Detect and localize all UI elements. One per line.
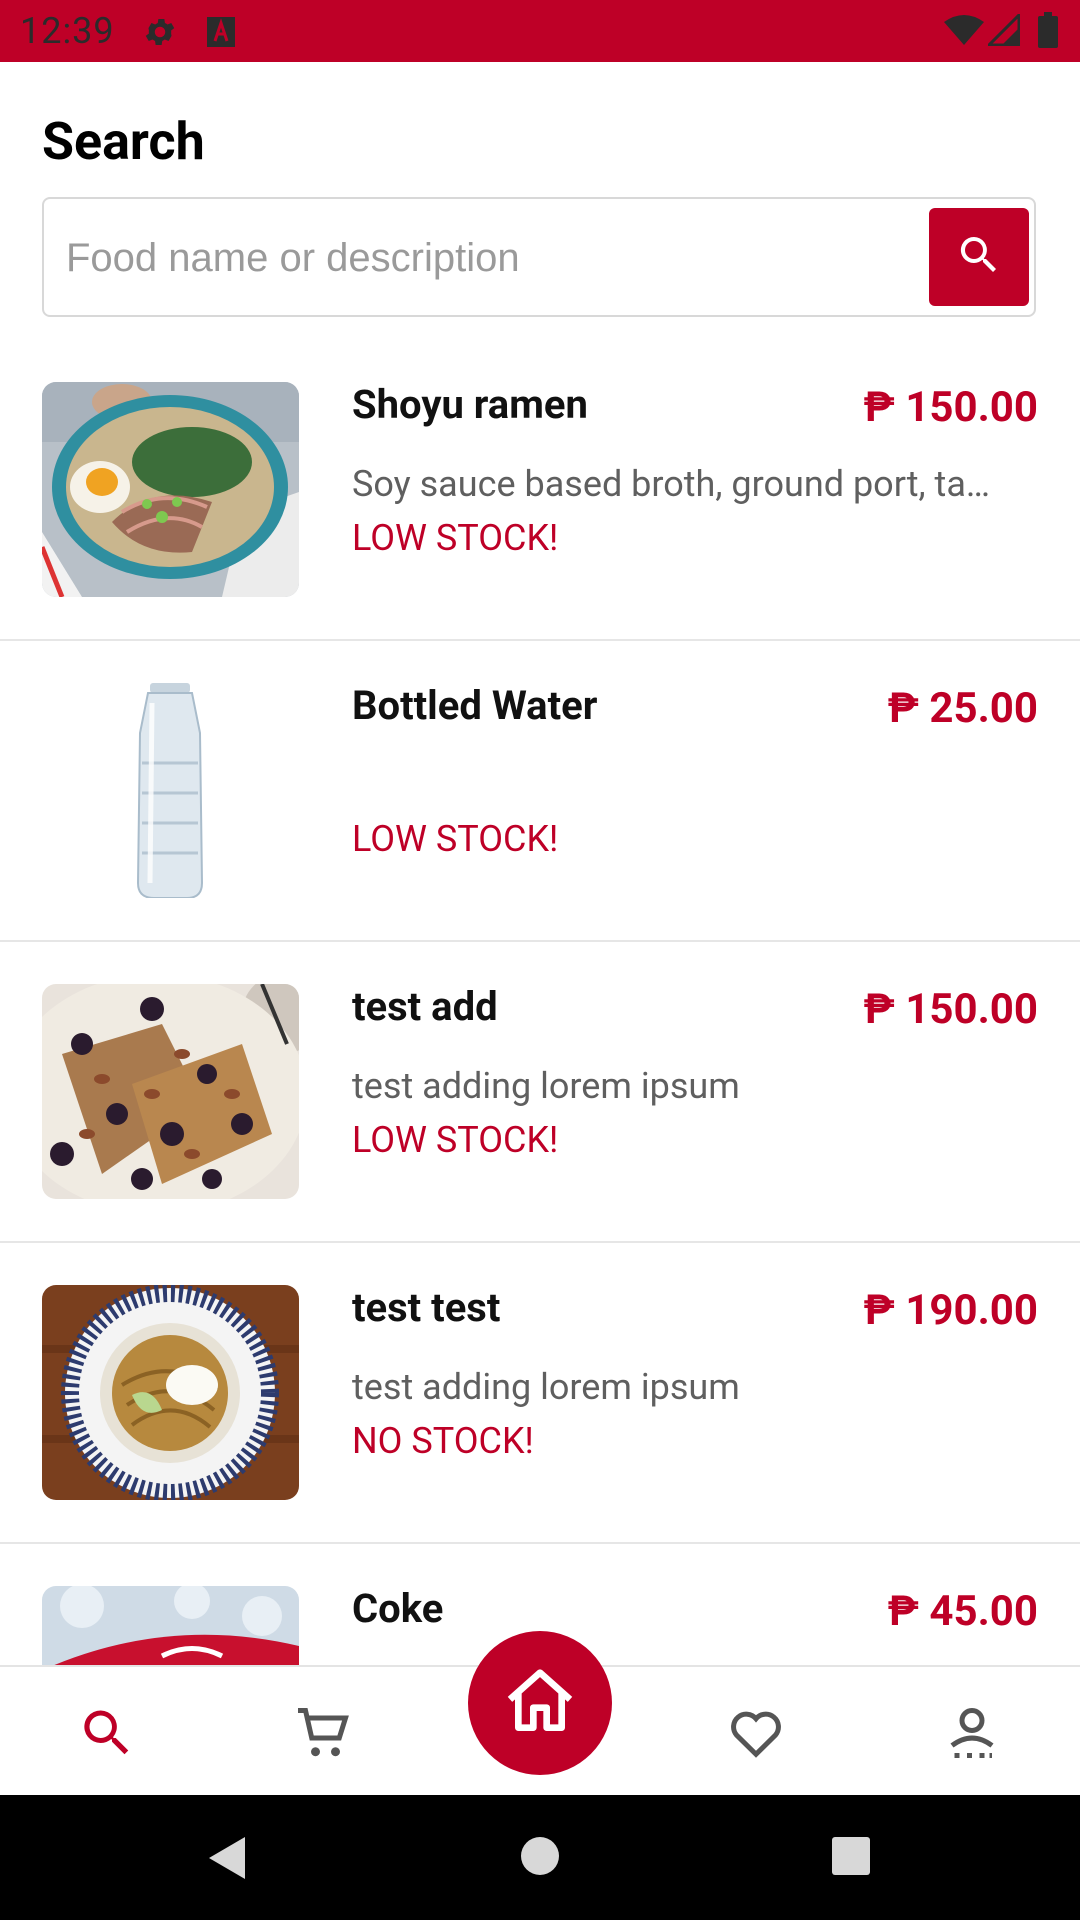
food-name: test add — [352, 983, 498, 1030]
nav-cart[interactable] — [283, 1695, 363, 1775]
food-name: Coke — [352, 1585, 444, 1632]
food-description: test adding lorem ipsum — [352, 1065, 740, 1107]
food-price: ₱ 150.00 — [863, 985, 1038, 1034]
food-name: Shoyu ramen — [352, 381, 588, 428]
search-box — [42, 197, 1036, 317]
food-item[interactable]: Shoyu ramen ₱ 150.00 Soy sauce based bro… — [0, 340, 1080, 641]
food-name: Bottled Water — [352, 682, 598, 729]
back-button[interactable] — [205, 1835, 249, 1885]
app-notification-icon — [206, 16, 236, 52]
status-time: 12:39 — [20, 10, 115, 52]
wifi-icon — [944, 14, 984, 50]
cart-icon — [293, 1703, 353, 1767]
heart-icon — [726, 1703, 786, 1767]
noodle-bowl-image — [42, 1285, 299, 1500]
french-toast-berries-image — [42, 984, 299, 1199]
food-item[interactable]: Bottled Water ₱ 25.00 LOW STOCK! — [0, 641, 1080, 942]
signal-icon — [985, 11, 1021, 50]
food-price: ₱ 150.00 — [863, 383, 1038, 432]
food-price: ₱ 25.00 — [887, 684, 1038, 733]
ramen-bowl-image — [42, 382, 299, 597]
nav-search[interactable] — [67, 1695, 147, 1775]
water-bottle-image — [42, 683, 299, 898]
home-icon — [500, 1661, 580, 1745]
stock-status: LOW STOCK! — [352, 1119, 559, 1161]
food-description: test adding lorem ipsum — [352, 1366, 740, 1408]
stock-status: NO STOCK! — [352, 1420, 534, 1462]
stock-status: LOW STOCK! — [352, 818, 559, 860]
bottom-nav — [0, 1631, 1080, 1797]
search-icon — [77, 1703, 137, 1767]
home-button[interactable] — [519, 1835, 561, 1881]
search-button[interactable] — [929, 208, 1029, 306]
nav-home[interactable] — [468, 1631, 612, 1775]
food-list: Shoyu ramen ₱ 150.00 Soy sauce based bro… — [0, 340, 1080, 1665]
nav-favorites[interactable] — [716, 1695, 796, 1775]
android-nav-bar — [0, 1795, 1080, 1920]
food-item[interactable]: test add ₱ 150.00 test adding lorem ipsu… — [0, 942, 1080, 1243]
search-input[interactable] — [64, 199, 948, 317]
profile-icon — [942, 1703, 1002, 1767]
nav-profile[interactable] — [932, 1695, 1012, 1775]
gear-icon — [142, 14, 178, 54]
food-description: Soy sauce based broth, ground port, ta… — [352, 463, 990, 505]
battery-icon — [1038, 12, 1058, 52]
food-name: test test — [352, 1284, 501, 1331]
food-price: ₱ 190.00 — [863, 1286, 1038, 1335]
food-price: ₱ 45.00 — [887, 1587, 1038, 1636]
search-icon — [955, 231, 1003, 283]
coke-can-image — [42, 1586, 299, 1665]
status-bar: 12:39 — [0, 0, 1080, 62]
recents-button[interactable] — [830, 1835, 872, 1881]
stock-status: LOW STOCK! — [352, 517, 559, 559]
page-title: Search — [42, 111, 205, 172]
food-item[interactable]: test test ₱ 190.00 test adding lorem ips… — [0, 1243, 1080, 1544]
